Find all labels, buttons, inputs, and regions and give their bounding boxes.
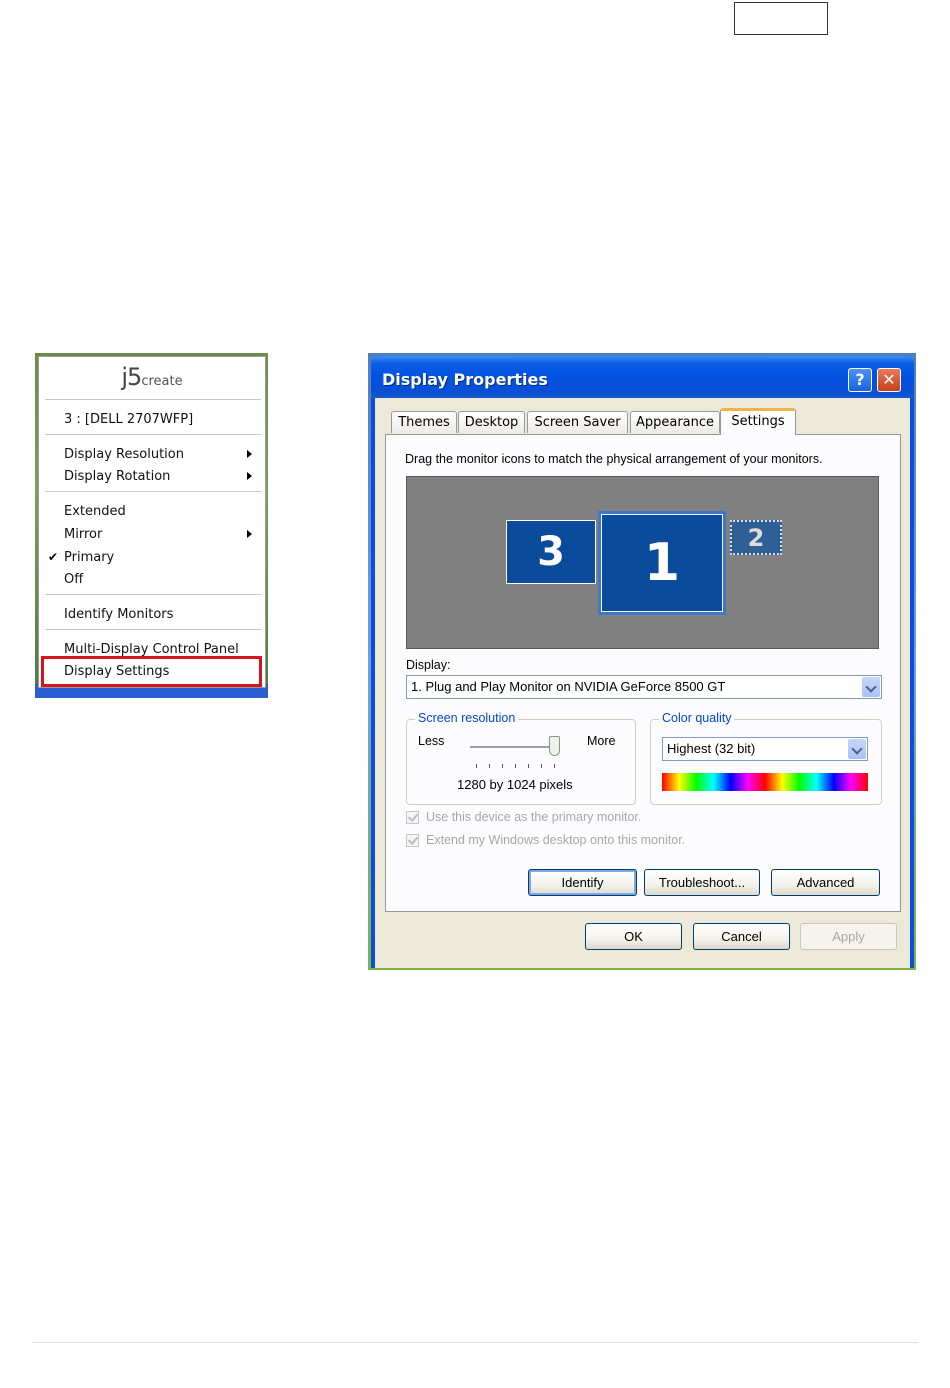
cancel-button[interactable]: Cancel bbox=[693, 923, 790, 950]
menu-item-identify-monitors[interactable]: Identify Monitors bbox=[64, 607, 173, 622]
close-button[interactable]: ✕ bbox=[877, 368, 901, 392]
menu-item-multi-display-control-panel[interactable]: Multi-Display Control Panel bbox=[64, 642, 239, 657]
display-settings-highlight-box bbox=[41, 656, 262, 687]
logo-create-text: create bbox=[141, 374, 183, 389]
identify-button[interactable]: Identify bbox=[528, 869, 637, 896]
dropdown-arrow-icon[interactable] bbox=[862, 677, 880, 697]
resolution-value-text: 1280 by 1024 pixels bbox=[457, 777, 573, 792]
slider-tick bbox=[541, 764, 542, 768]
slider-tick bbox=[515, 764, 516, 768]
color-quality-title: Color quality bbox=[659, 711, 735, 725]
display-properties-screenshot: Display Properties ? ✕ Themes Desktop Sc… bbox=[368, 353, 916, 970]
menu-item-primary[interactable]: Primary bbox=[64, 550, 114, 565]
submenu-arrow-icon bbox=[247, 472, 252, 480]
color-spectrum-bar bbox=[662, 773, 868, 791]
primary-monitor-label: Use this device as the primary monitor. bbox=[426, 810, 642, 824]
ok-button[interactable]: OK bbox=[585, 923, 682, 950]
display-label: Display: bbox=[406, 658, 451, 672]
menu-item-off[interactable]: Off bbox=[64, 572, 83, 587]
tab-themes[interactable]: Themes bbox=[391, 411, 457, 433]
resolution-slider-track[interactable] bbox=[470, 746, 560, 749]
apply-button[interactable]: Apply bbox=[800, 923, 897, 950]
resolution-less-label: Less bbox=[418, 734, 445, 748]
tab-screen-saver[interactable]: Screen Saver bbox=[527, 411, 628, 433]
page-bottom-rule bbox=[32, 1342, 918, 1343]
title-bar[interactable]: Display Properties ? ✕ bbox=[371, 356, 914, 398]
menu-separator bbox=[45, 491, 261, 492]
monitor-1-icon[interactable]: 1 bbox=[598, 511, 726, 615]
menu-item-display-rotation[interactable]: Display Rotation bbox=[64, 469, 170, 484]
menu-separator bbox=[45, 399, 261, 400]
settings-tab-panel: Drag the monitor icons to match the phys… bbox=[385, 434, 901, 912]
display-select-value: 1. Plug and Play Monitor on NVIDIA GeFor… bbox=[411, 679, 726, 694]
menu-separator bbox=[45, 629, 261, 630]
slider-tick bbox=[476, 764, 477, 768]
tab-settings[interactable]: Settings bbox=[720, 408, 796, 435]
arrangement-instruction: Drag the monitor icons to match the phys… bbox=[405, 452, 823, 466]
slider-tick bbox=[489, 764, 490, 768]
menu-item-display-resolution[interactable]: Display Resolution bbox=[64, 447, 184, 462]
resolution-more-label: More bbox=[587, 734, 616, 748]
checkmark-icon: ✔ bbox=[48, 550, 59, 564]
advanced-button[interactable]: Advanced bbox=[771, 869, 880, 896]
slider-tick bbox=[528, 764, 529, 768]
help-icon: ? bbox=[855, 370, 865, 389]
dropdown-arrow-icon[interactable] bbox=[848, 739, 866, 759]
color-quality-select[interactable]: Highest (32 bit) bbox=[662, 737, 868, 761]
tray-context-menu: j5create 3 : [DELL 2707WFP] Display Reso… bbox=[38, 356, 266, 688]
tray-menu-screenshot: j5create 3 : [DELL 2707WFP] Display Reso… bbox=[35, 353, 268, 698]
tab-appearance[interactable]: Appearance bbox=[630, 411, 720, 433]
screen-resolution-group: Screen resolution Less More 1280 by 1024… bbox=[406, 711, 636, 805]
monitor-arrangement-area[interactable]: 3 1 2 bbox=[406, 476, 879, 649]
submenu-arrow-icon bbox=[247, 530, 252, 538]
screen-resolution-title: Screen resolution bbox=[415, 711, 519, 725]
monitor-3-icon[interactable]: 3 bbox=[506, 520, 596, 584]
menu-separator bbox=[45, 434, 261, 435]
primary-monitor-checkbox[interactable] bbox=[406, 811, 419, 824]
help-button[interactable]: ? bbox=[848, 368, 872, 392]
close-icon: ✕ bbox=[882, 370, 896, 389]
page-corner-box bbox=[734, 2, 828, 35]
menu-separator bbox=[45, 594, 261, 595]
monitor-2-icon[interactable]: 2 bbox=[730, 520, 782, 555]
dialog-client-area: Themes Desktop Screen Saver Appearance S… bbox=[375, 398, 910, 968]
resolution-slider-thumb[interactable] bbox=[549, 736, 560, 756]
j5create-logo: j5create bbox=[39, 363, 265, 391]
submenu-arrow-icon bbox=[247, 450, 252, 458]
extend-desktop-label: Extend my Windows desktop onto this moni… bbox=[426, 833, 686, 847]
color-quality-group: Color quality Highest (32 bit) bbox=[650, 711, 882, 805]
slider-tick bbox=[554, 764, 555, 768]
troubleshoot-button[interactable]: Troubleshoot... bbox=[644, 869, 760, 896]
menu-item-mirror[interactable]: Mirror bbox=[64, 527, 102, 542]
display-select[interactable]: 1. Plug and Play Monitor on NVIDIA GeFor… bbox=[406, 675, 882, 699]
extend-desktop-checkbox[interactable] bbox=[406, 834, 419, 847]
color-quality-value: Highest (32 bit) bbox=[667, 741, 756, 756]
window-title: Display Properties bbox=[382, 370, 548, 389]
display-properties-window: Display Properties ? ✕ Themes Desktop Sc… bbox=[371, 356, 914, 968]
slider-tick bbox=[502, 764, 503, 768]
logo-j5-text: j5 bbox=[121, 363, 142, 391]
tab-desktop[interactable]: Desktop bbox=[458, 411, 525, 433]
menu-item-extended[interactable]: Extended bbox=[64, 504, 126, 519]
menu-item-device[interactable]: 3 : [DELL 2707WFP] bbox=[64, 412, 193, 427]
